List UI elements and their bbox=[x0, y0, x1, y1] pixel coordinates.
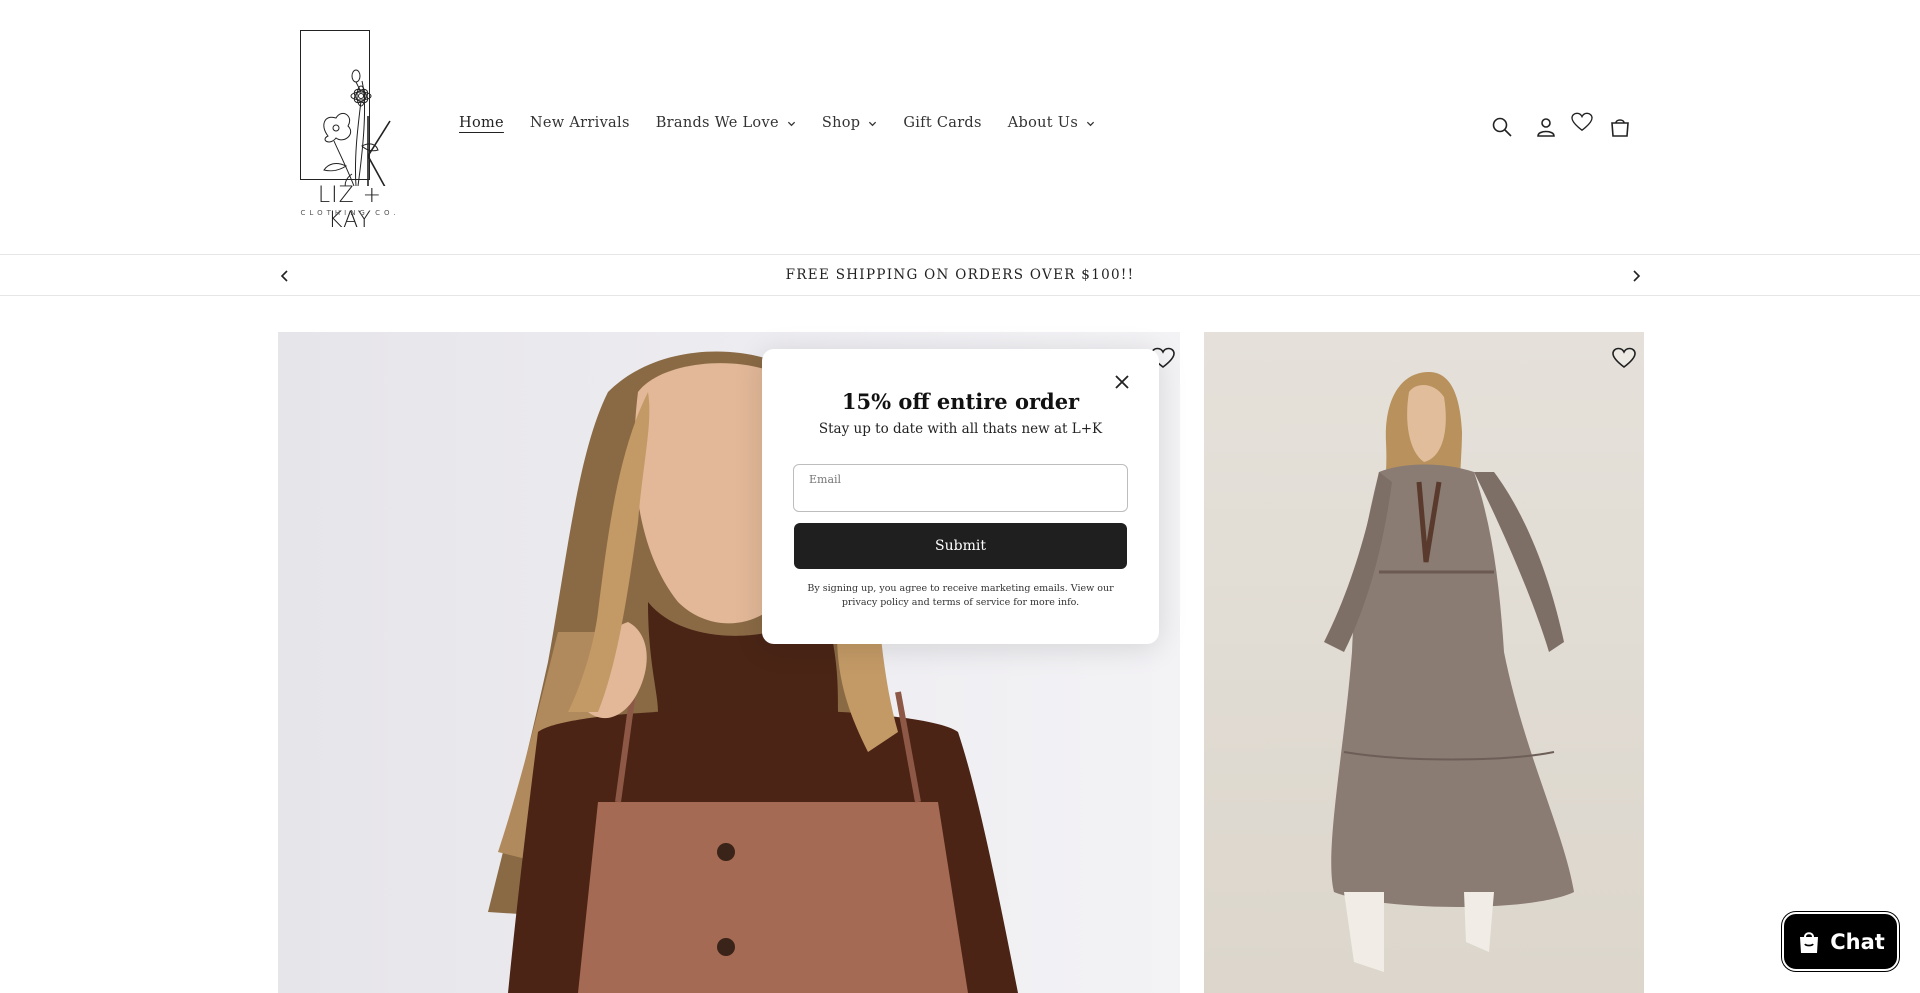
email-input[interactable] bbox=[794, 465, 1127, 511]
nav-item-label: New Arrivals bbox=[529, 115, 630, 131]
email-label: Email bbox=[809, 473, 842, 486]
popup-title: 15% off entire order bbox=[841, 389, 1080, 414]
nav-item-new-arrivals[interactable]: New Arrivals bbox=[530, 115, 630, 131]
search-icon bbox=[1492, 117, 1512, 137]
chevron-right-icon[interactable] bbox=[1627, 267, 1645, 285]
flower-illustration-icon bbox=[323, 69, 391, 186]
hero-image-right[interactable] bbox=[1204, 332, 1644, 993]
wishlist-heart-icon[interactable] bbox=[1611, 346, 1637, 370]
nav-item-label: Brands We Love bbox=[655, 115, 779, 131]
nav-item-brands-we-love[interactable]: Brands We Love bbox=[656, 115, 796, 131]
site-header: LIZ + KAY CLOTHING CO. Home New Arrivals… bbox=[0, 0, 1920, 254]
brand-subline: CLOTHING CO. bbox=[300, 209, 400, 217]
nav-item-label: Shop bbox=[821, 115, 861, 131]
nav-item-label: Gift Cards bbox=[903, 115, 982, 131]
cart-button[interactable] bbox=[1606, 113, 1634, 141]
cart-icon bbox=[1611, 119, 1629, 137]
nav-item-shop[interactable]: Shop bbox=[822, 115, 877, 131]
model-dress-illustration bbox=[1324, 372, 1574, 972]
brand-wordmark: LIZ + KAY bbox=[317, 183, 383, 233]
wishlist-heart-icon bbox=[1571, 112, 1593, 132]
account-icon bbox=[1537, 118, 1555, 137]
chat-button[interactable]: Chat bbox=[1782, 912, 1899, 971]
signup-popup: 15% off entire order Stay up to date wit… bbox=[762, 349, 1159, 644]
chat-bag-icon bbox=[1800, 931, 1819, 953]
nav-item-about-us[interactable]: About Us bbox=[1008, 115, 1095, 131]
nav-item-gift-cards[interactable]: Gift Cards bbox=[903, 115, 981, 131]
chat-label: Chat bbox=[1830, 929, 1885, 954]
chevron-down-icon bbox=[869, 121, 877, 126]
announcement-bar: FREE SHIPPING ON ORDERS OVER $100!! bbox=[0, 254, 1920, 296]
wishlist-button[interactable] bbox=[1568, 108, 1596, 136]
submit-button[interactable]: Submit bbox=[794, 523, 1127, 569]
main-nav: Home New Arrivals Brands We Love Shop Gi… bbox=[459, 115, 1121, 131]
header-icons bbox=[1488, 112, 1634, 141]
nav-item-label: Home bbox=[459, 115, 504, 131]
chevron-down-icon bbox=[787, 121, 795, 126]
popup-subtitle: Stay up to date with all thats new at L+… bbox=[818, 421, 1103, 437]
brand-logo[interactable]: LIZ + KAY CLOTHING CO. bbox=[298, 28, 400, 233]
legal-text: By signing up, you agree to receive mark… bbox=[807, 583, 1114, 608]
nav-item-home[interactable]: Home bbox=[459, 115, 504, 131]
search-button[interactable] bbox=[1488, 113, 1516, 141]
email-field[interactable]: Email bbox=[793, 464, 1128, 512]
chevron-down-icon bbox=[1086, 121, 1095, 126]
account-button[interactable] bbox=[1532, 113, 1560, 141]
nav-item-label: About Us bbox=[1007, 115, 1079, 131]
